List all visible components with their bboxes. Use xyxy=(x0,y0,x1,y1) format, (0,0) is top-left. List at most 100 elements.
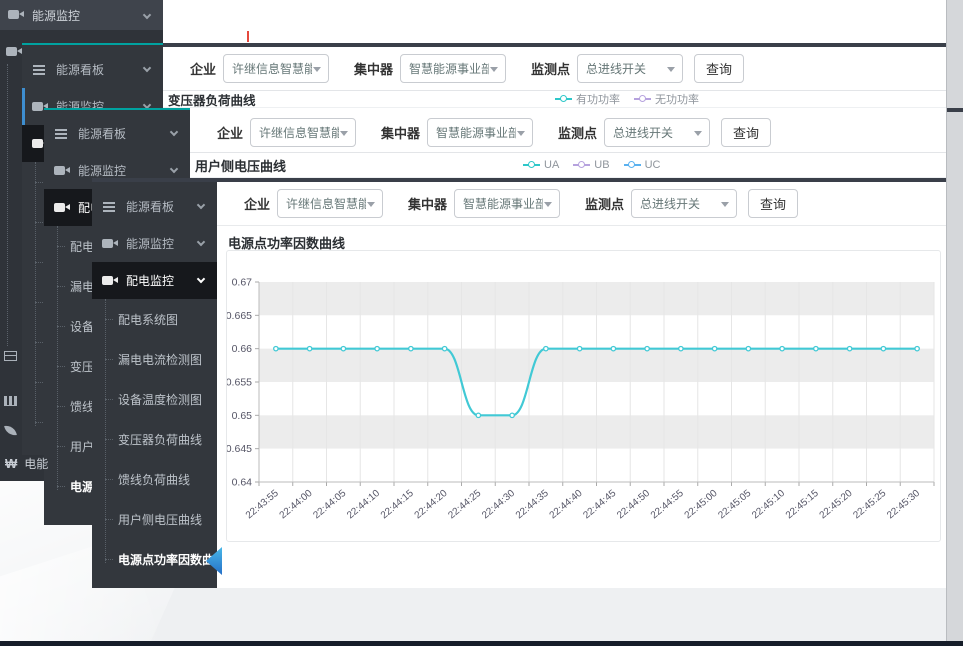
svg-text:0.64: 0.64 xyxy=(232,477,253,489)
query-button[interactable]: 查询 xyxy=(694,54,744,83)
query-button[interactable]: 查询 xyxy=(721,118,771,147)
svg-text:22:44:35: 22:44:35 xyxy=(514,488,551,522)
power-factor-chart: 0.670.6650.660.6550.650.6450.6422:43:552… xyxy=(226,250,941,542)
content-layer-2: 企业 许继信息智慧能源 集中器 智慧能源事业部 监测点 总进线开关 查询 变压器… xyxy=(163,43,946,107)
red-cursor-mark xyxy=(247,31,249,42)
enterprise-label: 企业 xyxy=(217,123,243,142)
dark-top-border xyxy=(163,43,946,47)
sidebar-submenu: 配电系统图 漏电电流检测图 设备温度检测图 变压器负荷曲线 馈线负荷曲线 用户侧… xyxy=(92,299,217,579)
legend-item-active-power[interactable]: 有功功率 xyxy=(555,91,620,107)
sidebar-item-energy-board[interactable]: 能源看板 xyxy=(22,51,163,88)
chart-legend: UA UB UC xyxy=(523,159,660,171)
svg-text:22:44:45: 22:44:45 xyxy=(581,488,618,522)
enterprise-label: 企业 xyxy=(190,59,216,78)
chevron-down-icon xyxy=(197,238,205,246)
camera-icon xyxy=(54,202,70,214)
chevron-down-icon xyxy=(197,201,205,209)
select-arrow-icon xyxy=(544,202,552,207)
transformer-chart-header: 变压器负荷曲线 有功功率 无功功率 xyxy=(163,90,946,107)
submenu-item-device-temperature[interactable]: 设备温度检测图 xyxy=(92,379,217,419)
concentrator-select[interactable]: 智慧能源事业部 xyxy=(400,54,506,83)
chart-title: 用户侧电压曲线 xyxy=(195,156,286,175)
legend-item-ub[interactable]: UB xyxy=(573,159,609,171)
leaf-icon xyxy=(4,424,17,437)
svg-text:22:45:05: 22:45:05 xyxy=(716,488,753,522)
chevron-down-icon xyxy=(197,275,205,283)
list-icon xyxy=(32,64,48,76)
filter-toolbar: 企业 许继信息智慧能源 集中器 智慧能源事业部 监测点 总进线开关 查询 xyxy=(217,182,946,226)
window-layer-4: 能源看板 能源监控 配电监控 配电系统图 漏电电流检测图 设备温度检测图 变压器… xyxy=(92,178,946,588)
select-arrow-icon xyxy=(517,131,525,136)
bar-chart-icon xyxy=(4,396,17,406)
enterprise-label: 企业 xyxy=(244,194,270,213)
enterprise-select[interactable]: 许继信息智慧能源 xyxy=(223,54,329,83)
monitor-point-select[interactable]: 总进线开关 xyxy=(577,54,683,83)
sidebar-item-distribution-monitor[interactable]: 配电监控 xyxy=(92,262,217,299)
svg-text:0.655: 0.655 xyxy=(227,377,252,389)
sidebar-item-energy-metering[interactable]: ₩ 电能 xyxy=(5,455,48,472)
svg-text:0.66: 0.66 xyxy=(232,343,253,355)
tree-guide-line xyxy=(7,64,8,346)
sidebar-item-energy-board[interactable]: 能源看板 xyxy=(92,188,217,225)
voltage-chart-header: 用户侧电压曲线 UA UB UC xyxy=(190,152,946,177)
camera-icon xyxy=(54,165,70,177)
monitor-point-label: 监测点 xyxy=(585,194,624,213)
film-icon xyxy=(4,351,17,361)
sidebar-item-energy-monitor[interactable]: 能源监控 xyxy=(92,225,217,262)
select-arrow-icon xyxy=(667,67,675,72)
chart-legend: 有功功率 无功功率 xyxy=(555,91,699,107)
sidebar-item-energy-monitor[interactable]: 能源监控 xyxy=(0,0,163,30)
svg-text:22:44:20: 22:44:20 xyxy=(413,488,450,522)
query-button[interactable]: 查询 xyxy=(748,189,798,218)
legend-marker xyxy=(634,98,651,100)
content-layer-1 xyxy=(163,0,946,46)
sidebar-item-label: 配电监控 xyxy=(126,272,174,289)
submenu-item-feeder-load[interactable]: 馈线负荷曲线 xyxy=(92,459,217,499)
chevron-down-icon xyxy=(143,11,151,19)
sidebar-item-label: 能源看板 xyxy=(126,198,174,215)
legend-marker xyxy=(523,164,540,166)
svg-text:0.665: 0.665 xyxy=(227,310,252,322)
select-arrow-icon xyxy=(721,202,729,207)
chevron-down-icon xyxy=(170,128,178,136)
submenu-item-leakage-current[interactable]: 漏电电流检测图 xyxy=(92,339,217,379)
chart-title: 变压器负荷曲线 xyxy=(168,90,256,109)
monitor-point-label: 监测点 xyxy=(558,123,597,142)
chevron-down-icon xyxy=(170,165,178,173)
filter-toolbar: 企业 许继信息智慧能源 集中器 智慧能源事业部 监测点 总进线开关 查询 xyxy=(163,47,946,90)
sidebar-item-label: 能源看板 xyxy=(56,61,104,78)
camera-icon xyxy=(6,46,22,58)
svg-text:22:44:55: 22:44:55 xyxy=(649,488,686,522)
legend-marker xyxy=(555,98,572,100)
select-arrow-icon xyxy=(367,202,375,207)
camera-icon xyxy=(8,9,24,21)
concentrator-select[interactable]: 智慧能源事业部 xyxy=(427,118,533,147)
monitor-point-select[interactable]: 总进线开关 xyxy=(631,189,737,218)
svg-text:22:45:20: 22:45:20 xyxy=(818,488,855,522)
submenu-item-transformer-load[interactable]: 变压器负荷曲线 xyxy=(92,419,217,459)
select-arrow-icon xyxy=(340,131,348,136)
camera-icon xyxy=(102,238,118,250)
monitor-point-select[interactable]: 总进线开关 xyxy=(604,118,710,147)
svg-text:22:44:05: 22:44:05 xyxy=(311,488,348,522)
page-scrollbar-track[interactable] xyxy=(946,0,963,646)
svg-text:22:44:40: 22:44:40 xyxy=(548,488,585,522)
legend-item-uc[interactable]: UC xyxy=(624,159,661,171)
submenu-item-distribution-diagram[interactable]: 配电系统图 xyxy=(92,299,217,339)
legend-item-reactive-power[interactable]: 无功功率 xyxy=(634,91,699,107)
submenu-item-user-voltage[interactable]: 用户侧电压曲线 xyxy=(92,499,217,539)
submenu-item-power-factor[interactable]: 电源点功率因数曲线 xyxy=(92,539,217,579)
sidebar-item-label: 能源看板 xyxy=(78,125,126,142)
enterprise-select[interactable]: 许继信息智慧能源 xyxy=(277,189,383,218)
legend-item-ua[interactable]: UA xyxy=(523,159,559,171)
svg-text:22:43:55: 22:43:55 xyxy=(244,488,281,522)
svg-text:22:44:10: 22:44:10 xyxy=(345,488,382,522)
svg-text:22:45:15: 22:45:15 xyxy=(784,488,821,522)
svg-text:22:45:25: 22:45:25 xyxy=(851,488,888,522)
enterprise-select[interactable]: 许继信息智慧能源 xyxy=(250,118,356,147)
sidebar-item-energy-board[interactable]: 能源看板 xyxy=(44,115,190,152)
camera-icon xyxy=(102,275,118,287)
svg-text:22:45:10: 22:45:10 xyxy=(750,488,787,522)
concentrator-select[interactable]: 智慧能源事业部 xyxy=(454,189,560,218)
select-arrow-icon xyxy=(313,67,321,72)
